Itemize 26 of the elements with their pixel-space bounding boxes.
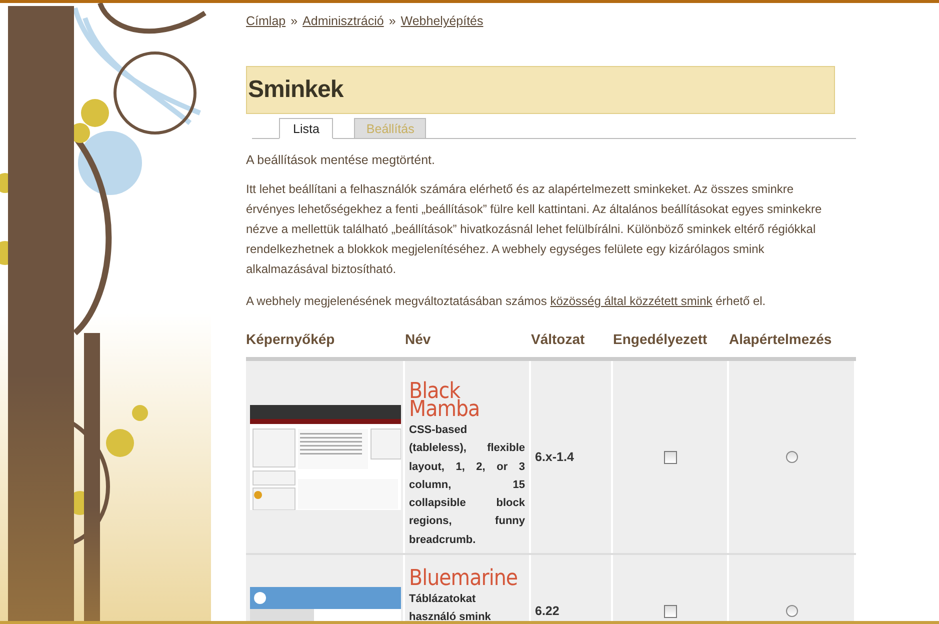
column-header: Engedélyezett xyxy=(613,331,708,347)
breadcrumb-separator: » xyxy=(290,14,298,28)
default-radio[interactable] xyxy=(786,451,798,464)
theme-name: Bluemarine xyxy=(409,570,519,588)
community-note-text: A webhely megjelenésének megváltoztatásában számos közösség által közzétett smink érhető el. xyxy=(246,293,767,310)
breadcrumb-link[interactable]: Adminisztráció xyxy=(302,14,384,28)
breadcrumb-separator: » xyxy=(388,14,396,28)
status-message: A beállítások mentése megtörtént. xyxy=(246,153,436,167)
theme-name: Black Mamba xyxy=(409,383,481,419)
page-title: Sminkek xyxy=(246,66,835,114)
column-header: Név xyxy=(405,331,431,347)
breadcrumb-link[interactable]: Webhelyépítés xyxy=(400,14,484,28)
enabled-checkbox[interactable] xyxy=(664,450,676,464)
column-header: Változat xyxy=(531,331,585,347)
theme-version: 6.x-1.4 xyxy=(534,450,574,464)
column-header: Képernyőkép xyxy=(246,331,335,347)
theme-version: 6.22 xyxy=(534,604,560,618)
column-header: Alapértelmezés xyxy=(729,331,832,347)
breadcrumb-link[interactable]: Címlap xyxy=(246,14,286,28)
theme-description: Táblázatokat használó smink xyxy=(409,592,492,621)
community-themes-link[interactable]: közösség által közzétett smink xyxy=(550,294,712,308)
enabled-checkbox[interactable] xyxy=(664,605,676,618)
default-radio[interactable] xyxy=(786,605,798,618)
description-text: Itt lehet beállítani a felhasználók számára elérhető és az alapértelmezett sminkeket. Az összes sminkre érvényes lehetőségekhez a fenti „beállítások” fülre kell kattintani. Az általános beállításokat egyes sminkekre nézve a mellettük található „beállítások” hivatkozásnál lehet felülbírálni. Különböző sminkek eltérő régiókkal rendelkezhetnek a blokkok megjelenítéséhez. A webhely egységes felülete egy kizárólagos smink alkalmazásával biztosítható. xyxy=(246,181,823,278)
theme-description: CSS-based (tableless), flexible layout, 1, 2, or 3 column, 15 collapsible block regions, funny breadcrumb. xyxy=(409,423,525,548)
tab[interactable]: Lista xyxy=(279,118,334,139)
